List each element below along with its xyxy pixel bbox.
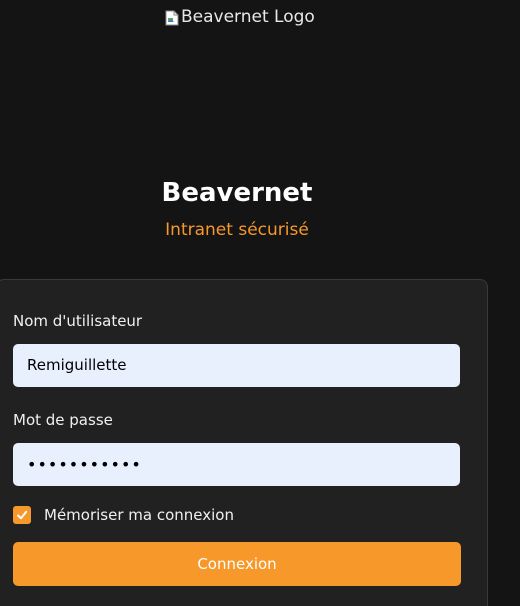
remember-label: Mémoriser ma connexion (44, 506, 234, 524)
remember-me[interactable]: Mémoriser ma connexion (13, 505, 234, 525)
username-input[interactable] (13, 344, 460, 387)
username-label: Nom d'utilisateur (13, 312, 143, 330)
remember-checkbox[interactable] (13, 506, 31, 524)
brand-subtitle: Intranet sécurisé (165, 220, 309, 240)
password-input[interactable] (13, 443, 460, 486)
broken-image-icon (165, 10, 179, 26)
password-label: Mot de passe (13, 411, 113, 429)
brand-title: Beavernet (161, 178, 313, 208)
login-button[interactable]: Connexion (13, 542, 461, 586)
logo: Beavernet Logo (165, 6, 315, 28)
login-page: Beavernet Logo Beavernet Intranet sécuri… (0, 0, 520, 606)
logo-alt-text: Beavernet Logo (181, 7, 315, 27)
checkmark-icon (17, 510, 28, 520)
